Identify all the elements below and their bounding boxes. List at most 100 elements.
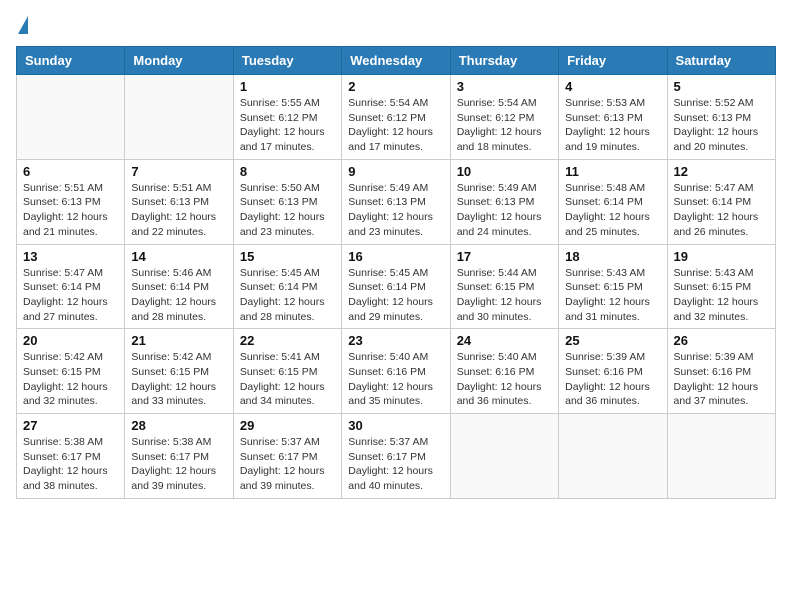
- day-info: Sunrise: 5:43 AM Sunset: 6:15 PM Dayligh…: [674, 266, 769, 325]
- calendar-cell: 5 Sunrise: 5:52 AM Sunset: 6:13 PM Daylig…: [667, 75, 775, 160]
- calendar-week-row: 6 Sunrise: 5:51 AM Sunset: 6:13 PM Daylig…: [17, 159, 776, 244]
- calendar-cell: [667, 414, 775, 499]
- day-number: 10: [457, 164, 552, 179]
- day-number: 28: [131, 418, 226, 433]
- day-number: 4: [565, 79, 660, 94]
- day-number: 6: [23, 164, 118, 179]
- calendar-cell: 13Sunrise: 5:47 AM Sunset: 6:14 PM Dayli…: [17, 244, 125, 329]
- calendar-cell: 8 Sunrise: 5:50 AM Sunset: 6:13 PM Daylig…: [233, 159, 341, 244]
- calendar-header-sunday: Sunday: [17, 47, 125, 75]
- calendar-week-row: 27 Sunrise: 5:38 AM Sunset: 6:17 PM Dayli…: [17, 414, 776, 499]
- day-info: Sunrise: 5:40 AM Sunset: 6:16 PM Dayligh…: [348, 350, 443, 409]
- day-number: 5: [674, 79, 769, 94]
- calendar-cell: 23Sunrise: 5:40 AM Sunset: 6:16 PM Dayli…: [342, 329, 450, 414]
- day-info: Sunrise: 5:43 AM Sunset: 6:15 PM Dayligh…: [565, 266, 660, 325]
- calendar-header-thursday: Thursday: [450, 47, 558, 75]
- calendar-cell: 2 Sunrise: 5:54 AM Sunset: 6:12 PM Daylig…: [342, 75, 450, 160]
- day-number: 12: [674, 164, 769, 179]
- day-info: Sunrise: 5:49 AM Sunset: 6:13 PM Dayligh…: [457, 181, 552, 240]
- calendar-cell: 1Sunrise: 5:55 AM Sunset: 6:12 PM Daylig…: [233, 75, 341, 160]
- day-number: 14: [131, 249, 226, 264]
- calendar-cell: [17, 75, 125, 160]
- calendar-week-row: 13Sunrise: 5:47 AM Sunset: 6:14 PM Dayli…: [17, 244, 776, 329]
- day-number: 17: [457, 249, 552, 264]
- day-info: Sunrise: 5:41 AM Sunset: 6:15 PM Dayligh…: [240, 350, 335, 409]
- day-number: 16: [348, 249, 443, 264]
- day-number: 20: [23, 333, 118, 348]
- calendar-cell: 4 Sunrise: 5:53 AM Sunset: 6:13 PM Daylig…: [559, 75, 667, 160]
- calendar-cell: 9 Sunrise: 5:49 AM Sunset: 6:13 PM Daylig…: [342, 159, 450, 244]
- calendar-cell: 29 Sunrise: 5:37 AM Sunset: 6:17 PM Dayli…: [233, 414, 341, 499]
- calendar-cell: 27Sunrise: 5:38 AM Sunset: 6:17 PM Dayli…: [17, 414, 125, 499]
- day-info: Sunrise: 5:39 AM Sunset: 6:16 PM Dayligh…: [565, 350, 660, 409]
- day-info: Sunrise: 5:51 AM Sunset: 6:13 PM Dayligh…: [23, 181, 118, 240]
- calendar-cell: 25 Sunrise: 5:39 AM Sunset: 6:16 PM Dayli…: [559, 329, 667, 414]
- calendar-cell: 12 Sunrise: 5:47 AM Sunset: 6:14 PM Dayli…: [667, 159, 775, 244]
- day-number: 30: [348, 418, 443, 433]
- day-number: 22: [240, 333, 335, 348]
- calendar-cell: [559, 414, 667, 499]
- day-info: Sunrise: 5:50 AM Sunset: 6:13 PM Dayligh…: [240, 181, 335, 240]
- calendar-cell: 14 Sunrise: 5:46 AM Sunset: 6:14 PM Dayli…: [125, 244, 233, 329]
- day-number: 2: [348, 79, 443, 94]
- calendar-cell: 7 Sunrise: 5:51 AM Sunset: 6:13 PM Daylig…: [125, 159, 233, 244]
- day-info: Sunrise: 5:54 AM Sunset: 6:12 PM Dayligh…: [348, 96, 443, 155]
- calendar-cell: 11 Sunrise: 5:48 AM Sunset: 6:14 PM Dayli…: [559, 159, 667, 244]
- calendar-cell: 6 Sunrise: 5:51 AM Sunset: 6:13 PM Daylig…: [17, 159, 125, 244]
- day-number: 27: [23, 418, 118, 433]
- calendar-cell: 16 Sunrise: 5:45 AM Sunset: 6:14 PM Dayli…: [342, 244, 450, 329]
- day-number: 11: [565, 164, 660, 179]
- day-info: Sunrise: 5:42 AM Sunset: 6:15 PM Dayligh…: [131, 350, 226, 409]
- day-info: Sunrise: 5:54 AM Sunset: 6:12 PM Dayligh…: [457, 96, 552, 155]
- day-info: Sunrise: 5:49 AM Sunset: 6:13 PM Dayligh…: [348, 181, 443, 240]
- day-number: 7: [131, 164, 226, 179]
- day-info: Sunrise: 5:45 AM Sunset: 6:14 PM Dayligh…: [348, 266, 443, 325]
- day-info: Sunrise: 5:42 AM Sunset: 6:15 PM Dayligh…: [23, 350, 118, 409]
- calendar-week-row: 20 Sunrise: 5:42 AM Sunset: 6:15 PM Dayli…: [17, 329, 776, 414]
- day-number: 25: [565, 333, 660, 348]
- calendar-cell: 15 Sunrise: 5:45 AM Sunset: 6:14 PM Dayli…: [233, 244, 341, 329]
- day-number: 8: [240, 164, 335, 179]
- day-info: Sunrise: 5:38 AM Sunset: 6:17 PM Dayligh…: [131, 435, 226, 494]
- day-number: 21: [131, 333, 226, 348]
- day-info: Sunrise: 5:45 AM Sunset: 6:14 PM Dayligh…: [240, 266, 335, 325]
- calendar-cell: 17 Sunrise: 5:44 AM Sunset: 6:15 PM Dayli…: [450, 244, 558, 329]
- day-info: Sunrise: 5:37 AM Sunset: 6:17 PM Dayligh…: [240, 435, 335, 494]
- calendar-header-friday: Friday: [559, 47, 667, 75]
- day-info: Sunrise: 5:53 AM Sunset: 6:13 PM Dayligh…: [565, 96, 660, 155]
- calendar-header-monday: Monday: [125, 47, 233, 75]
- day-info: Sunrise: 5:37 AM Sunset: 6:17 PM Dayligh…: [348, 435, 443, 494]
- calendar-header-tuesday: Tuesday: [233, 47, 341, 75]
- calendar-cell: 21 Sunrise: 5:42 AM Sunset: 6:15 PM Dayli…: [125, 329, 233, 414]
- day-number: 15: [240, 249, 335, 264]
- day-number: 3: [457, 79, 552, 94]
- day-info: Sunrise: 5:48 AM Sunset: 6:14 PM Dayligh…: [565, 181, 660, 240]
- calendar-cell: 26 Sunrise: 5:39 AM Sunset: 6:16 PM Dayli…: [667, 329, 775, 414]
- day-number: 26: [674, 333, 769, 348]
- calendar-header-saturday: Saturday: [667, 47, 775, 75]
- page-header: [16, 16, 776, 36]
- day-info: Sunrise: 5:47 AM Sunset: 6:14 PM Dayligh…: [674, 181, 769, 240]
- day-number: 9: [348, 164, 443, 179]
- day-number: 19: [674, 249, 769, 264]
- logo-triangle-icon: [18, 16, 28, 34]
- calendar-cell: 22 Sunrise: 5:41 AM Sunset: 6:15 PM Dayli…: [233, 329, 341, 414]
- day-info: Sunrise: 5:52 AM Sunset: 6:13 PM Dayligh…: [674, 96, 769, 155]
- calendar-table: SundayMondayTuesdayWednesdayThursdayFrid…: [16, 46, 776, 499]
- day-info: Sunrise: 5:46 AM Sunset: 6:14 PM Dayligh…: [131, 266, 226, 325]
- day-info: Sunrise: 5:39 AM Sunset: 6:16 PM Dayligh…: [674, 350, 769, 409]
- calendar-cell: [450, 414, 558, 499]
- calendar-cell: 19 Sunrise: 5:43 AM Sunset: 6:15 PM Dayli…: [667, 244, 775, 329]
- calendar-cell: 20 Sunrise: 5:42 AM Sunset: 6:15 PM Dayli…: [17, 329, 125, 414]
- day-info: Sunrise: 5:40 AM Sunset: 6:16 PM Dayligh…: [457, 350, 552, 409]
- calendar-cell: [125, 75, 233, 160]
- calendar-cell: 30 Sunrise: 5:37 AM Sunset: 6:17 PM Dayli…: [342, 414, 450, 499]
- day-number: 1: [240, 79, 335, 94]
- day-info: Sunrise: 5:44 AM Sunset: 6:15 PM Dayligh…: [457, 266, 552, 325]
- calendar-cell: 10 Sunrise: 5:49 AM Sunset: 6:13 PM Dayli…: [450, 159, 558, 244]
- calendar-header-wednesday: Wednesday: [342, 47, 450, 75]
- logo: [16, 16, 28, 36]
- day-number: 29: [240, 418, 335, 433]
- day-number: 24: [457, 333, 552, 348]
- day-info: Sunrise: 5:51 AM Sunset: 6:13 PM Dayligh…: [131, 181, 226, 240]
